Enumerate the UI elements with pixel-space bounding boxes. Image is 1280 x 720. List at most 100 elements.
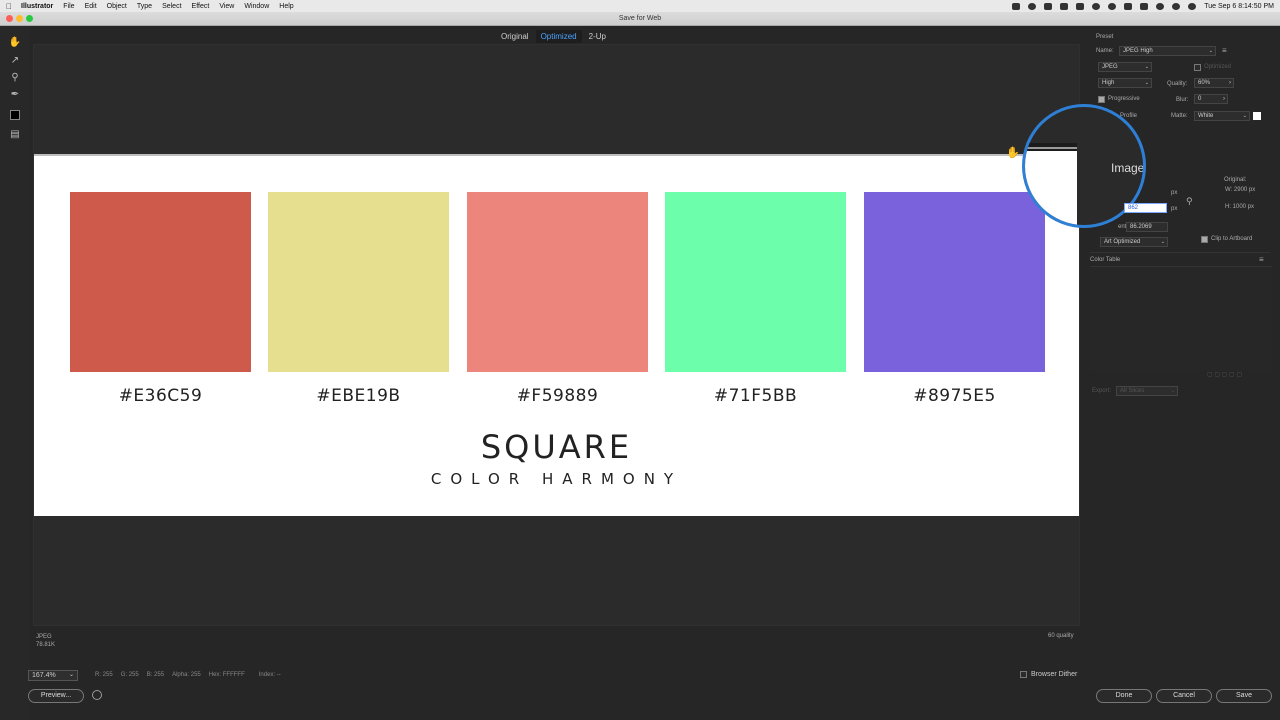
tab-optimized[interactable]: Optimized: [535, 30, 582, 43]
swatch-4: [665, 192, 846, 372]
zoom-tool-icon[interactable]: ⚲: [8, 71, 22, 85]
close-window-button[interactable]: [6, 15, 13, 22]
menu-edit[interactable]: Edit: [85, 3, 97, 10]
menu-effect[interactable]: Effect: [192, 3, 210, 10]
compression-select[interactable]: High ⌄: [1098, 78, 1152, 88]
original-label: Original:: [1224, 177, 1247, 183]
battery-icon[interactable]: [1140, 2, 1149, 10]
cancel-button[interactable]: Cancel: [1156, 689, 1212, 703]
window-title: Save for Web: [618, 15, 662, 22]
minimize-window-button[interactable]: [16, 15, 23, 22]
matte-select[interactable]: White ⌄: [1194, 111, 1250, 121]
done-button[interactable]: Done: [1096, 689, 1152, 703]
menu-type[interactable]: Type: [137, 3, 152, 10]
format-label: JPEG: [36, 634, 52, 640]
preset-heading: Preset: [1096, 34, 1114, 40]
color-table-actions-icon[interactable]: ▢ ▢ ▢ ▢ ▢: [1207, 371, 1242, 378]
format-select[interactable]: JPEG ⌄: [1098, 62, 1152, 72]
status-icons: Tue Sep 6 8:14:50 PM: [1012, 2, 1274, 10]
width-unit-label: px: [1171, 190, 1178, 196]
tab-original[interactable]: Original: [496, 30, 534, 43]
name-label: Name:: [1096, 48, 1114, 54]
menu-window[interactable]: Window: [244, 3, 269, 10]
hand-tool-icon[interactable]: ✋: [8, 36, 22, 50]
quality-value: 60%: [1198, 80, 1211, 86]
browser-dither-checkbox[interactable]: [1020, 671, 1027, 678]
toggle-slices-icon[interactable]: ▤: [8, 128, 22, 142]
menubar:  Illustrator File Edit Object Type Sele…: [0, 0, 1280, 12]
app-menu[interactable]: Illustrator: [21, 3, 53, 10]
zoom-value: 167.4%: [32, 672, 56, 679]
pixel-index: Index: --: [258, 672, 281, 678]
apple-icon[interactable]: : [6, 2, 12, 11]
calendar-icon[interactable]: [1076, 2, 1085, 10]
quality-info: 60 quality: [1048, 633, 1074, 639]
harmony-subtitle: COLOR HARMONY: [430, 470, 683, 488]
pixel-r: R: 255: [95, 672, 113, 678]
menubar-clock[interactable]: Tue Sep 6 8:14:50 PM: [1204, 3, 1274, 10]
width-field-value: 862: [1128, 205, 1139, 211]
swatch-hex-4: #71F5BB: [713, 386, 798, 406]
file-size-label: 78.81K: [36, 642, 56, 648]
link-icon[interactable]: ⚲: [1186, 196, 1193, 207]
chevron-down-icon: ⌄: [1208, 48, 1213, 54]
progressive-checkbox[interactable]: [1098, 96, 1105, 103]
creative-cloud-icon[interactable]: [1028, 2, 1037, 10]
search-icon[interactable]: [1172, 2, 1181, 10]
chevron-down-icon: ⌄: [1170, 388, 1175, 394]
export-select[interactable]: All Slices ⌄: [1116, 386, 1178, 396]
export-label: Export:: [1092, 388, 1112, 394]
chevron-down-icon: ⌄: [1144, 80, 1149, 86]
color-table-label: Color Table: [1090, 257, 1121, 263]
image-size-heading: Image: [1111, 161, 1145, 175]
color-table-menu-icon[interactable]: ≡: [1259, 255, 1264, 264]
quality-field[interactable]: 60% ›: [1194, 78, 1234, 88]
menu-view[interactable]: View: [219, 3, 234, 10]
globe-icon[interactable]: [92, 690, 102, 700]
eyedropper-tool-icon[interactable]: ✒: [8, 88, 22, 102]
zoom-level-select[interactable]: 167.4% ⌄: [28, 670, 78, 681]
upload-icon[interactable]: [1060, 2, 1069, 10]
artboard-preview[interactable]: #E36C59 #EBE19B #F59889 #71F5BB #8975E5 …: [34, 156, 1079, 516]
clock-icon[interactable]: [1108, 2, 1117, 10]
optimized-checkbox[interactable]: [1194, 64, 1201, 71]
menu-help[interactable]: Help: [279, 3, 293, 10]
record-icon[interactable]: [1092, 2, 1101, 10]
matte-color-swatch[interactable]: [1253, 112, 1261, 120]
swatch-hex-3: #F59889: [516, 386, 599, 406]
chevron-right-icon[interactable]: ›: [1223, 95, 1225, 103]
matte-value: White: [1198, 113, 1214, 119]
menu-object[interactable]: Object: [107, 3, 127, 10]
pixel-alpha: Alpha: 255: [172, 672, 201, 678]
height-unit-label: px: [1171, 206, 1178, 212]
blur-field[interactable]: 0 ›: [1194, 94, 1228, 104]
preset-name-select[interactable]: JPEG High ⌄: [1119, 46, 1216, 56]
window-titlebar: Save for Web: [0, 12, 1280, 26]
preset-menu-icon[interactable]: ≡: [1222, 46, 1227, 55]
browser-dither-label: Browser Dither: [1031, 671, 1078, 678]
save-button[interactable]: Save: [1216, 689, 1272, 703]
pixel-info: R: 255 G: 255 B: 255 Alpha: 255 Hex: FFF…: [95, 672, 281, 678]
chevron-right-icon[interactable]: ›: [1229, 79, 1231, 87]
slice-select-tool-icon[interactable]: ↗: [8, 54, 22, 68]
wifi-icon[interactable]: [1156, 2, 1165, 10]
maximize-window-button[interactable]: [26, 15, 33, 22]
percent-field[interactable]: 86.2069: [1126, 222, 1168, 232]
screen-icon[interactable]: [1012, 2, 1021, 10]
pixel-g: G: 255: [120, 672, 139, 678]
tab-2-up[interactable]: 2-Up: [584, 30, 611, 43]
menu-select[interactable]: Select: [162, 3, 181, 10]
color-table[interactable]: [1090, 266, 1272, 371]
bluetooth-icon[interactable]: [1124, 2, 1133, 10]
dropbox-icon[interactable]: [1044, 2, 1053, 10]
control-center-icon[interactable]: [1188, 2, 1197, 10]
tool-column: ✋ ↗ ⚲ ✒ ▤: [0, 26, 30, 720]
chevron-down-icon: ⌄: [1160, 239, 1165, 245]
resample-select[interactable]: Art Optimized ⌄: [1100, 237, 1168, 247]
compression-value: High: [1102, 80, 1115, 86]
preview-button[interactable]: Preview...: [28, 689, 84, 703]
menu-file[interactable]: File: [63, 3, 74, 10]
eyedropper-color-icon[interactable]: [8, 110, 22, 124]
width-field[interactable]: 862: [1124, 203, 1167, 213]
clip-to-artboard-checkbox[interactable]: [1201, 236, 1208, 243]
